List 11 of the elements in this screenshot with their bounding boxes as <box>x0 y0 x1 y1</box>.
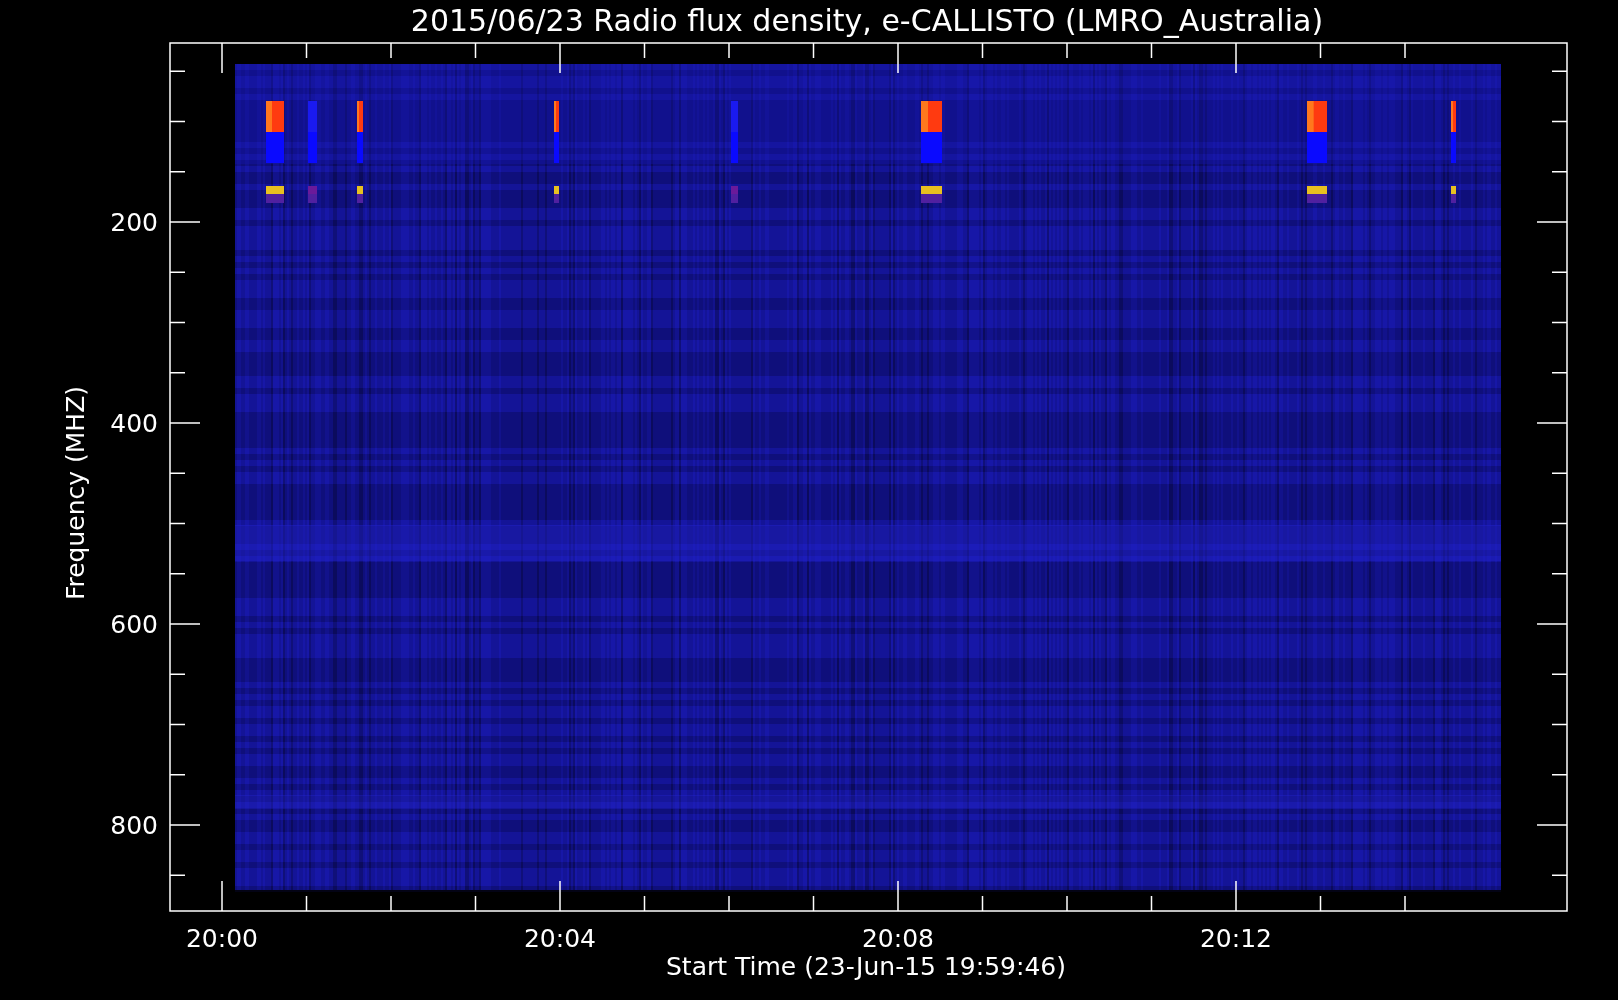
y-tick-label: 600 <box>110 610 158 639</box>
x-tick-label: 20:04 <box>524 924 596 953</box>
x-tick-label: 20:08 <box>862 924 934 953</box>
x-axis-label: Start Time (23-Jun-15 19:59:46) <box>666 952 1066 981</box>
x-tick-label: 20:00 <box>186 924 258 953</box>
y-axis-label: Frequency (MHZ) <box>61 385 90 601</box>
y-tick-label: 400 <box>110 409 158 438</box>
chart-title: 2015/06/23 Radio flux density, e-CALLISTO (LMRO_Australia) <box>410 3 1324 38</box>
y-tick-label: 200 <box>110 208 158 237</box>
y-tick-label: 800 <box>110 811 158 840</box>
x-tick-label: 20:12 <box>1200 924 1272 953</box>
